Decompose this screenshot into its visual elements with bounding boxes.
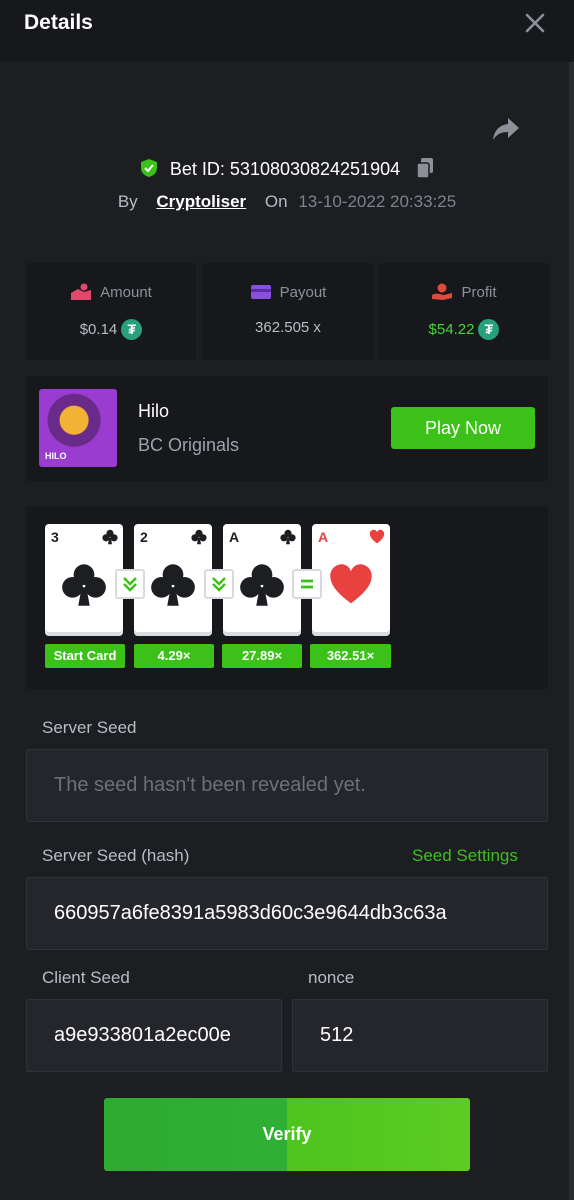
club-icon	[280, 529, 296, 545]
amount-icon	[71, 283, 92, 300]
profit-label: Profit	[461, 283, 497, 301]
club-icon	[151, 564, 195, 606]
lower-icon	[204, 569, 234, 599]
payout-label: Payout	[279, 283, 327, 301]
bet-id-row: Bet ID: 53108030824251904	[0, 157, 574, 180]
multiplier-badge: 27.89×	[222, 644, 302, 668]
club-icon	[62, 564, 106, 606]
client-seed-field[interactable]: a9e933801a2ec00e	[26, 999, 282, 1072]
profit-card: Profit $54.22 ₮	[379, 263, 549, 360]
card-2: 2	[134, 524, 212, 636]
on-label: On	[264, 192, 288, 211]
play-now-button[interactable]: Play Now	[391, 407, 535, 449]
header: Details	[0, 0, 574, 62]
card-3: A	[223, 524, 301, 636]
amount-card: Amount $0.14 ₮	[26, 263, 196, 360]
tether-icon: ₮	[121, 319, 143, 340]
server-seed-hash-field[interactable]: 660957a6fe8391a5983d60c3e9644db3c63a	[26, 877, 548, 950]
card-rank: A	[318, 529, 329, 545]
game-thumbnail[interactable]: HILO	[39, 389, 117, 467]
cards-panel: 3 2 A A Start Card 4.29× 27.89× 362.51×	[26, 506, 548, 689]
game-card: HILO Hilo BC Originals Play Now	[26, 376, 548, 481]
equal-icon	[292, 569, 322, 599]
seed-settings-link[interactable]: Seed Settings	[412, 846, 518, 866]
server-seed-hash-label: Server Seed (hash)	[42, 846, 190, 865]
lower-icon	[115, 569, 145, 599]
game-provider: BC Originals	[138, 435, 240, 455]
payout-value: 362.505 x	[255, 319, 321, 336]
card-1: 3	[45, 524, 123, 636]
verify-button[interactable]: Verify	[104, 1098, 470, 1171]
tether-icon: ₮	[478, 319, 500, 340]
share-icon[interactable]	[492, 116, 520, 142]
card-rank: A	[229, 529, 240, 545]
bet-byline: By Cryptoliser On 13-10-2022 20:33:25	[0, 192, 574, 212]
heart-icon	[330, 564, 372, 604]
game-thumbnail-tag: HILO	[45, 451, 67, 461]
nonce-field[interactable]: 512	[292, 999, 548, 1072]
bet-id-label: Bet ID:	[169, 159, 225, 179]
nonce-label: nonce	[308, 968, 355, 987]
multiplier-badge: 362.51×	[310, 644, 391, 668]
club-icon	[191, 529, 207, 545]
bet-id-value: 53108030824251904	[229, 159, 401, 179]
page-title: Details	[24, 11, 93, 34]
server-seed-label: Server Seed	[42, 718, 137, 737]
game-name[interactable]: Hilo	[138, 401, 169, 422]
amount-value: $0.14	[79, 321, 118, 338]
copy-icon[interactable]	[415, 157, 435, 179]
heart-icon	[369, 529, 385, 544]
verified-shield-icon	[140, 159, 157, 177]
club-icon	[102, 529, 118, 545]
card-4: A	[312, 524, 390, 636]
client-seed-label: Client Seed	[42, 968, 130, 987]
server-seed-field[interactable]: The seed hasn't been revealed yet.	[26, 749, 548, 822]
user-link[interactable]: Cryptoliser	[156, 192, 246, 211]
card-rank: 2	[140, 529, 148, 545]
amount-label: Amount	[100, 283, 152, 301]
profit-value: $54.22	[428, 321, 475, 338]
multiplier-badge: 4.29×	[134, 644, 214, 668]
bet-datetime: 13-10-2022 20:33:25	[298, 192, 457, 211]
multiplier-badge: Start Card	[45, 644, 125, 668]
by-label: By	[117, 192, 138, 211]
scrollbar[interactable]	[569, 62, 574, 1200]
card-rank: 3	[51, 529, 59, 545]
profit-icon	[432, 283, 453, 300]
close-icon[interactable]	[524, 12, 546, 34]
wallet-icon	[250, 285, 271, 299]
payout-card: Payout 362.505 x	[203, 263, 373, 360]
club-icon	[240, 564, 284, 606]
